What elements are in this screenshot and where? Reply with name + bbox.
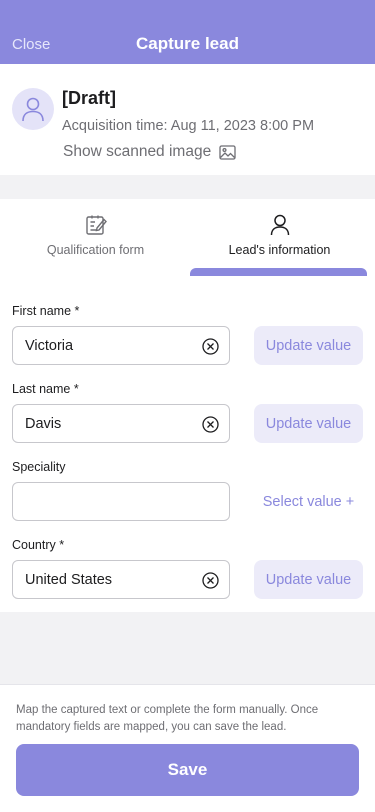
first-name-field[interactable]: Victoria bbox=[12, 326, 230, 365]
speciality-field[interactable] bbox=[12, 482, 230, 521]
clear-icon[interactable] bbox=[201, 337, 219, 355]
footer: Map the captured text or complete the fo… bbox=[0, 684, 375, 812]
country-label: Country * bbox=[12, 538, 65, 552]
clear-icon[interactable] bbox=[201, 415, 219, 433]
avatar bbox=[12, 88, 54, 130]
show-scanned-image-label: Show scanned image bbox=[63, 143, 212, 160]
lead-title: [Draft] bbox=[62, 88, 116, 108]
tab-bar: Qualification form Lead's information bbox=[0, 199, 375, 276]
tab-leads-information[interactable]: Lead's information bbox=[186, 199, 373, 276]
edit-form-icon bbox=[85, 213, 107, 237]
last-name-field[interactable]: Davis bbox=[12, 404, 230, 443]
image-icon bbox=[219, 144, 236, 160]
acquisition-time: Acquisition time: Aug 11, 2023 8:00 PM bbox=[62, 118, 315, 134]
person-icon bbox=[270, 213, 290, 237]
tab-leads-information-label: Lead's information bbox=[228, 243, 331, 257]
lead-info-form: First name * Victoria Update value Last … bbox=[0, 276, 375, 612]
last-name-value: Davis bbox=[25, 416, 62, 432]
user-icon bbox=[22, 97, 44, 122]
active-tab-indicator bbox=[190, 268, 367, 276]
tab-qualification-form-label: Qualification form bbox=[46, 243, 145, 257]
save-button[interactable]: Save bbox=[16, 744, 359, 796]
page-title: Capture lead bbox=[136, 34, 239, 53]
lead-summary-card: [Draft] Acquisition time: Aug 11, 2023 8… bbox=[0, 64, 375, 175]
tab-qualification-form[interactable]: Qualification form bbox=[2, 199, 189, 276]
country-update-button[interactable]: Update value bbox=[254, 560, 363, 599]
country-field[interactable]: United States bbox=[12, 560, 230, 599]
speciality-select-button[interactable]: Select value + bbox=[254, 482, 363, 521]
last-name-update-button[interactable]: Update value bbox=[254, 404, 363, 443]
first-name-label: First name * bbox=[12, 304, 80, 318]
show-scanned-image-link[interactable]: Show scanned image bbox=[63, 143, 236, 161]
first-name-value: Victoria bbox=[25, 338, 74, 354]
speciality-label: Speciality bbox=[12, 460, 66, 474]
first-name-update-button[interactable]: Update value bbox=[254, 326, 363, 365]
clear-icon[interactable] bbox=[201, 571, 219, 589]
country-value: United States bbox=[25, 572, 113, 588]
last-name-label: Last name * bbox=[12, 382, 79, 396]
header-bar: Close Capture lead bbox=[0, 0, 375, 64]
footer-help-text: Map the captured text or complete the fo… bbox=[16, 704, 319, 733]
